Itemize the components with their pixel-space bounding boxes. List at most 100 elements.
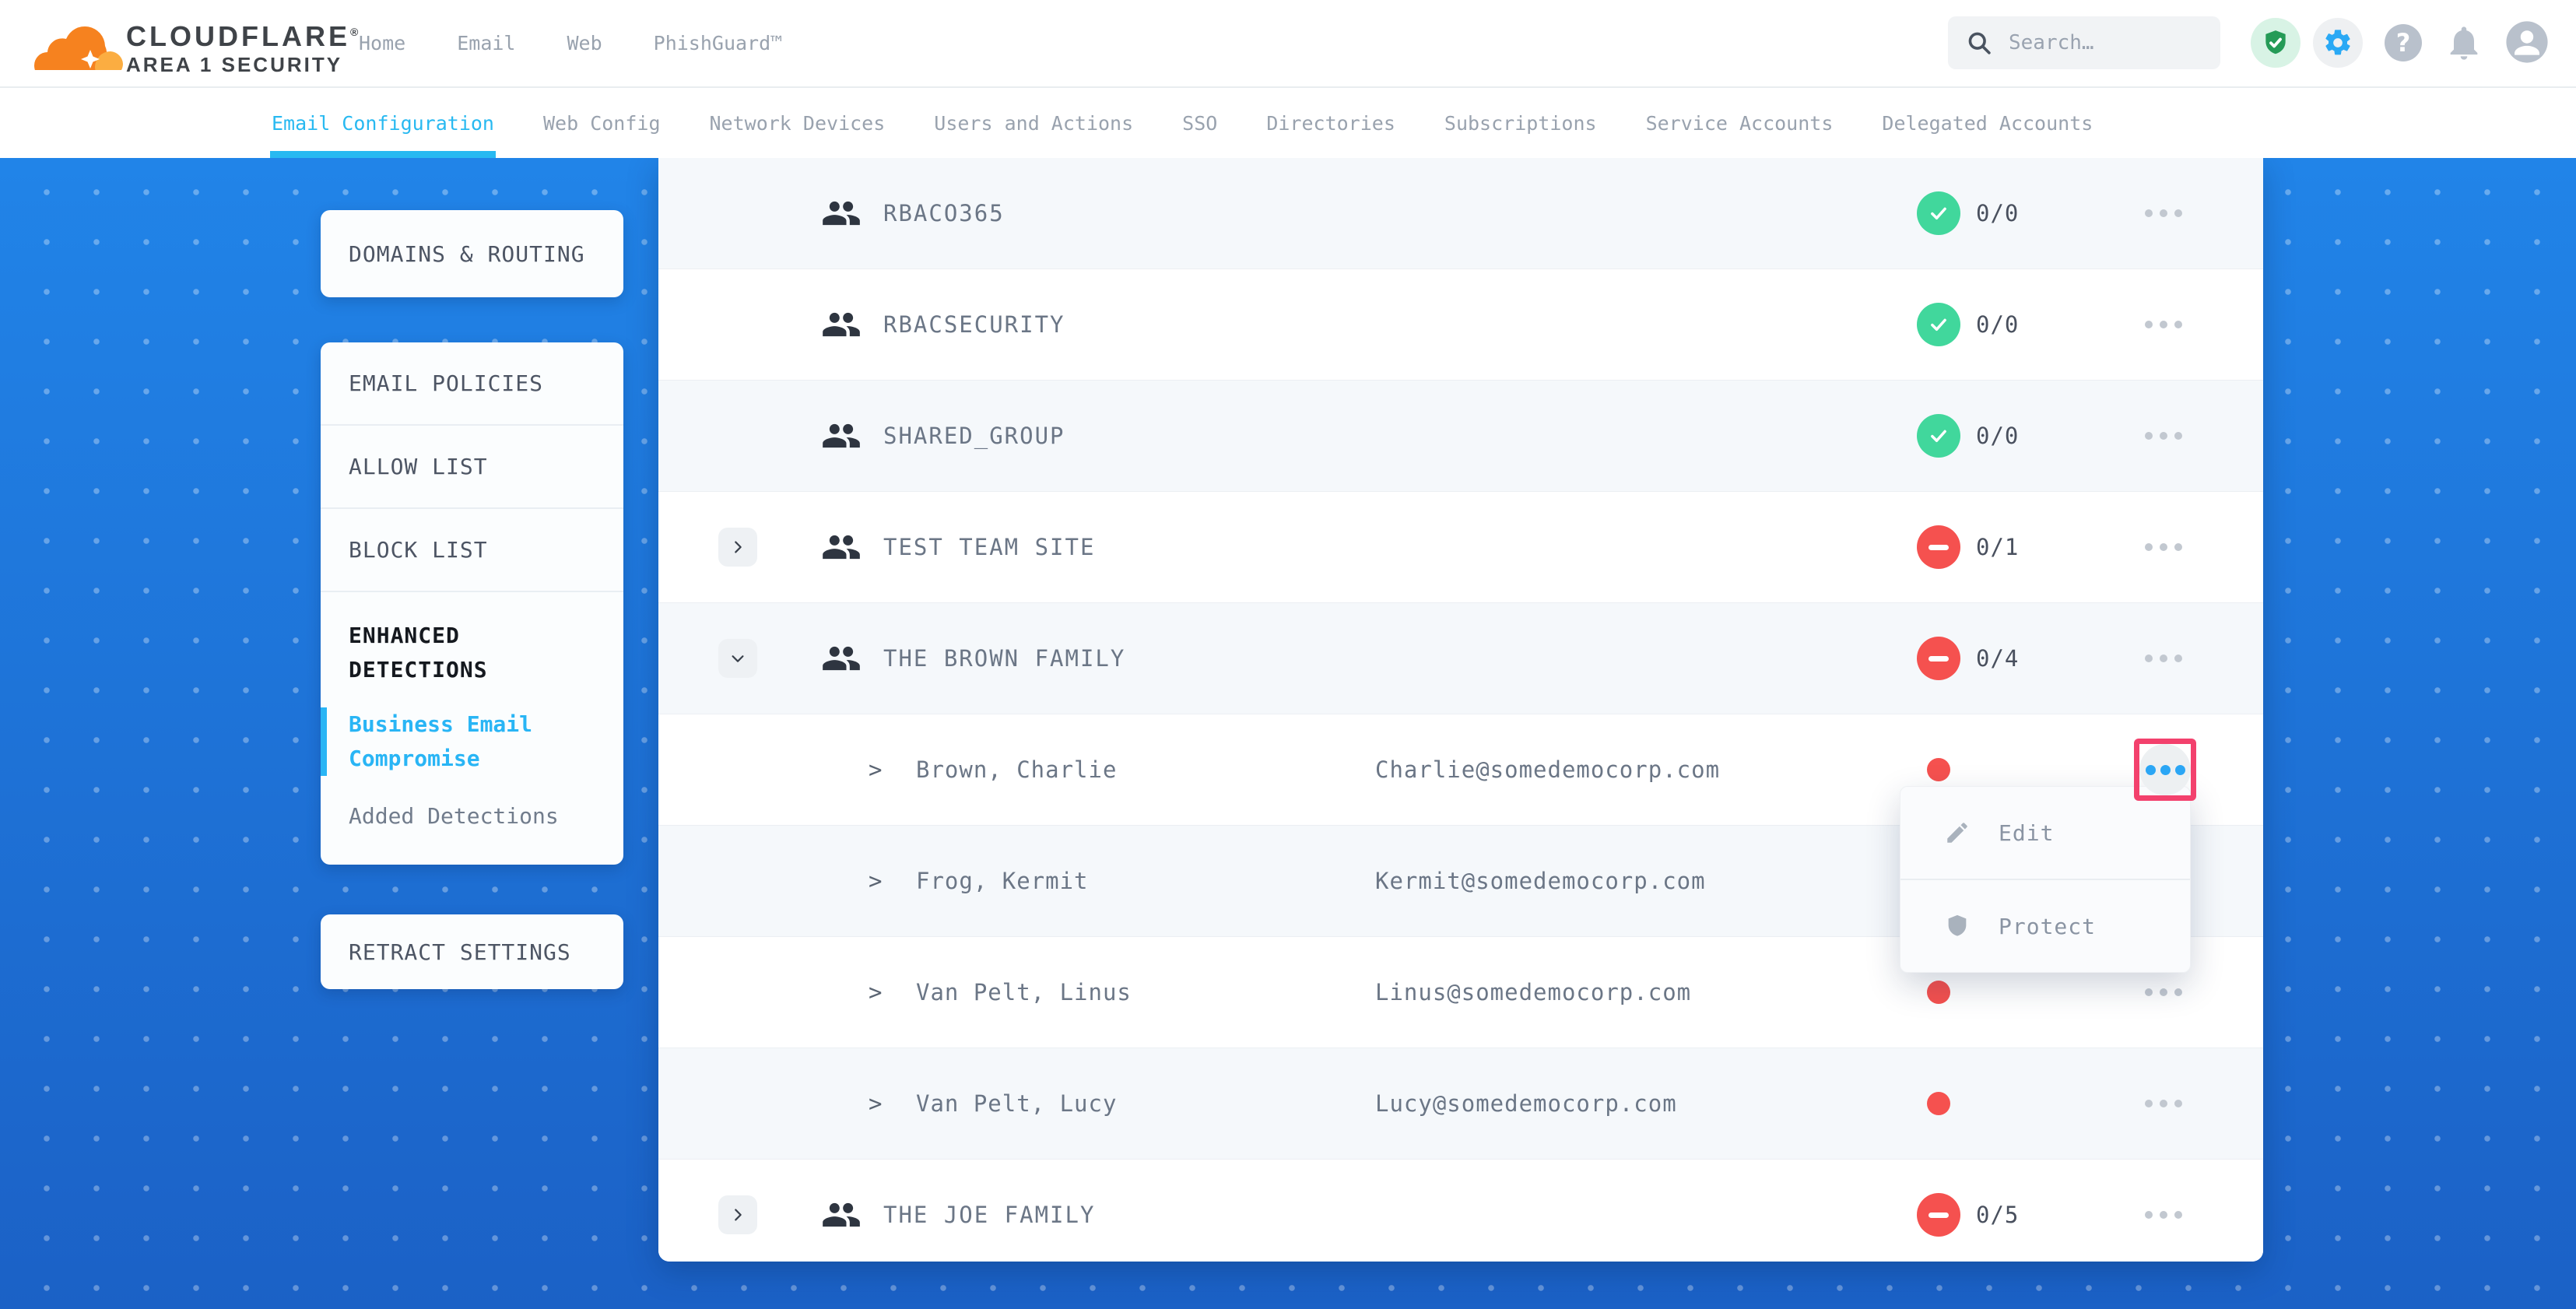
table-row-group[interactable]: THE BROWN FAMILY 0/4: [658, 602, 2263, 714]
row-menu-button[interactable]: [2137, 1203, 2190, 1227]
table-row-group[interactable]: RBACSECURITY 0/0: [658, 268, 2263, 380]
row-menu-button[interactable]: [2137, 424, 2190, 447]
tab-delegated-accounts[interactable]: Delegated Accounts: [1882, 88, 2093, 158]
member-email: Lucy@somedemocorp.com: [1375, 1090, 1677, 1117]
sidebar-item-email-policies[interactable]: EMAIL POLICIES: [321, 342, 623, 426]
menu-item-protect[interactable]: Protect: [1900, 879, 2190, 972]
sidebar-item-allow-list[interactable]: ALLOW LIST: [321, 426, 623, 509]
security-status-button[interactable]: [2251, 18, 2301, 68]
protection-count: 0/5: [1976, 1202, 2019, 1228]
status-blocked-dot: [1927, 981, 1950, 1004]
group-name: SHARED_GROUP: [883, 423, 1065, 449]
groups-table: RBACO365 0/0 RBACSECURITY 0/0: [658, 158, 2263, 1262]
top-navigation: Home Email Web PhishGuard™: [359, 0, 782, 86]
screen: CLOUDFLARE® AREA 1 SECURITY Home Email W…: [0, 0, 2576, 1309]
tab-web-config[interactable]: Web Config: [543, 88, 661, 158]
status-blocked-badge: [1917, 1193, 1960, 1237]
member-email: Kermit@somedemocorp.com: [1375, 868, 1706, 894]
protection-count: 0/0: [1976, 423, 2019, 449]
top-bar: CLOUDFLARE® AREA 1 SECURITY Home Email W…: [0, 0, 2576, 88]
sidebar-label: ALLOW LIST: [349, 454, 488, 479]
table-row-group[interactable]: THE JOE FAMILY 0/5: [658, 1159, 2263, 1262]
nav-item-web[interactable]: Web: [567, 32, 602, 54]
nav-item-phishguard[interactable]: PhishGuard™: [654, 32, 783, 54]
tab-email-configuration[interactable]: Email Configuration: [272, 88, 494, 158]
sidebar-policies-card: EMAIL POLICIES ALLOW LIST BLOCK LIST ENH…: [321, 342, 623, 865]
table-row-group[interactable]: SHARED_GROUP 0/0: [658, 380, 2263, 491]
row-menu-button[interactable]: [2137, 535, 2190, 559]
tab-subscriptions[interactable]: Subscriptions: [1444, 88, 1597, 158]
notifications-button[interactable]: [2444, 21, 2484, 67]
gear-icon: [2322, 27, 2353, 58]
sidebar-item-enhanced-detections[interactable]: ENHANCED DETECTIONS: [349, 619, 595, 687]
group-icon: [821, 416, 862, 456]
tab-sso[interactable]: SSO: [1182, 88, 1217, 158]
context-menu: Edit Protect: [1900, 786, 2191, 973]
group-name: RBACO365: [883, 200, 1005, 226]
search-input[interactable]: [2007, 30, 2197, 55]
nav-item-email[interactable]: Email: [457, 32, 515, 54]
table-row-group[interactable]: TEST TEAM SITE 0/1: [658, 491, 2263, 602]
bell-icon: [2444, 21, 2484, 65]
settings-button[interactable]: [2313, 18, 2363, 68]
protection-count: 0/1: [1976, 534, 2019, 560]
nav-item-home[interactable]: Home: [359, 32, 405, 54]
member-email: Charlie@somedemocorp.com: [1375, 756, 1720, 783]
sidebar-item-block-list[interactable]: BLOCK LIST: [321, 509, 623, 592]
brand-subtitle: AREA 1 SECURITY: [126, 53, 358, 76]
check-icon: [1927, 202, 1950, 225]
brand-name: CLOUDFLARE®: [126, 17, 358, 51]
shield-icon: [1944, 913, 1971, 939]
account-button[interactable]: [2504, 19, 2550, 67]
row-menu-button[interactable]: [2137, 202, 2190, 225]
tab-directories[interactable]: Directories: [1266, 88, 1395, 158]
tab-users-and-actions[interactable]: Users and Actions: [934, 88, 1133, 158]
expand-row-button[interactable]: [718, 1195, 757, 1234]
group-name: TEST TEAM SITE: [883, 534, 1095, 560]
shield-check-icon: [2261, 28, 2290, 58]
sidebar-group-enhanced-detections: ENHANCED DETECTIONS Business Email Compr…: [321, 592, 623, 833]
protection-count: 0/0: [1976, 200, 2019, 226]
tab-network-devices[interactable]: Network Devices: [710, 88, 886, 158]
group-name: THE JOE FAMILY: [883, 1202, 1095, 1228]
help-button[interactable]: ?: [2383, 23, 2423, 65]
search-box[interactable]: [1948, 16, 2220, 69]
member-name: Van Pelt, Linus: [916, 979, 1132, 1005]
chevron-right-icon: >: [869, 756, 882, 783]
sidebar-item-domains-routing[interactable]: DOMAINS & ROUTING: [321, 210, 623, 297]
minus-icon: [1928, 1212, 1949, 1218]
chevron-right-icon: >: [869, 1090, 882, 1117]
collapse-row-button[interactable]: [718, 639, 757, 678]
table-row-member[interactable]: > Van Pelt, Lucy Lucy@somedemocorp.com: [658, 1048, 2263, 1159]
sidebar-label: EMAIL POLICIES: [349, 370, 543, 396]
status-allowed-badge: [1917, 414, 1960, 458]
row-menu-button[interactable]: [2137, 981, 2190, 1004]
row-menu-button[interactable]: [2137, 313, 2190, 336]
minus-icon: [1928, 656, 1949, 662]
pencil-icon: [1944, 819, 1971, 846]
chevron-right-icon: >: [869, 868, 882, 894]
user-avatar-icon: [2504, 19, 2550, 65]
sidebar-item-retract-settings[interactable]: RETRACT SETTINGS: [321, 914, 623, 989]
svg-text:?: ?: [2396, 28, 2411, 58]
chevron-right-icon: >: [869, 979, 882, 1005]
check-icon: [1927, 313, 1950, 336]
row-menu-button[interactable]: [2137, 1092, 2190, 1115]
member-name: Frog, Kermit: [916, 868, 1089, 894]
status-blocked-dot: [1927, 758, 1950, 781]
status-allowed-badge: [1917, 303, 1960, 346]
status-blocked-badge: [1917, 637, 1960, 680]
menu-item-label: Edit: [1999, 820, 2054, 846]
sidebar-item-added-detections[interactable]: Added Detections: [349, 799, 595, 833]
minus-icon: [1928, 545, 1949, 550]
table-row-group[interactable]: RBACO365 0/0: [658, 158, 2263, 268]
group-icon: [821, 304, 862, 345]
row-menu-button-active[interactable]: [2139, 744, 2191, 795]
sidebar-label: BLOCK LIST: [349, 537, 488, 563]
sidebar-item-business-email-compromise[interactable]: Business Email Compromise: [321, 707, 595, 776]
row-menu-button[interactable]: [2137, 647, 2190, 670]
chevron-right-icon: [729, 539, 746, 556]
expand-row-button[interactable]: [718, 528, 757, 567]
registered-mark: ®: [350, 26, 358, 38]
tab-service-accounts[interactable]: Service Accounts: [1646, 88, 1834, 158]
